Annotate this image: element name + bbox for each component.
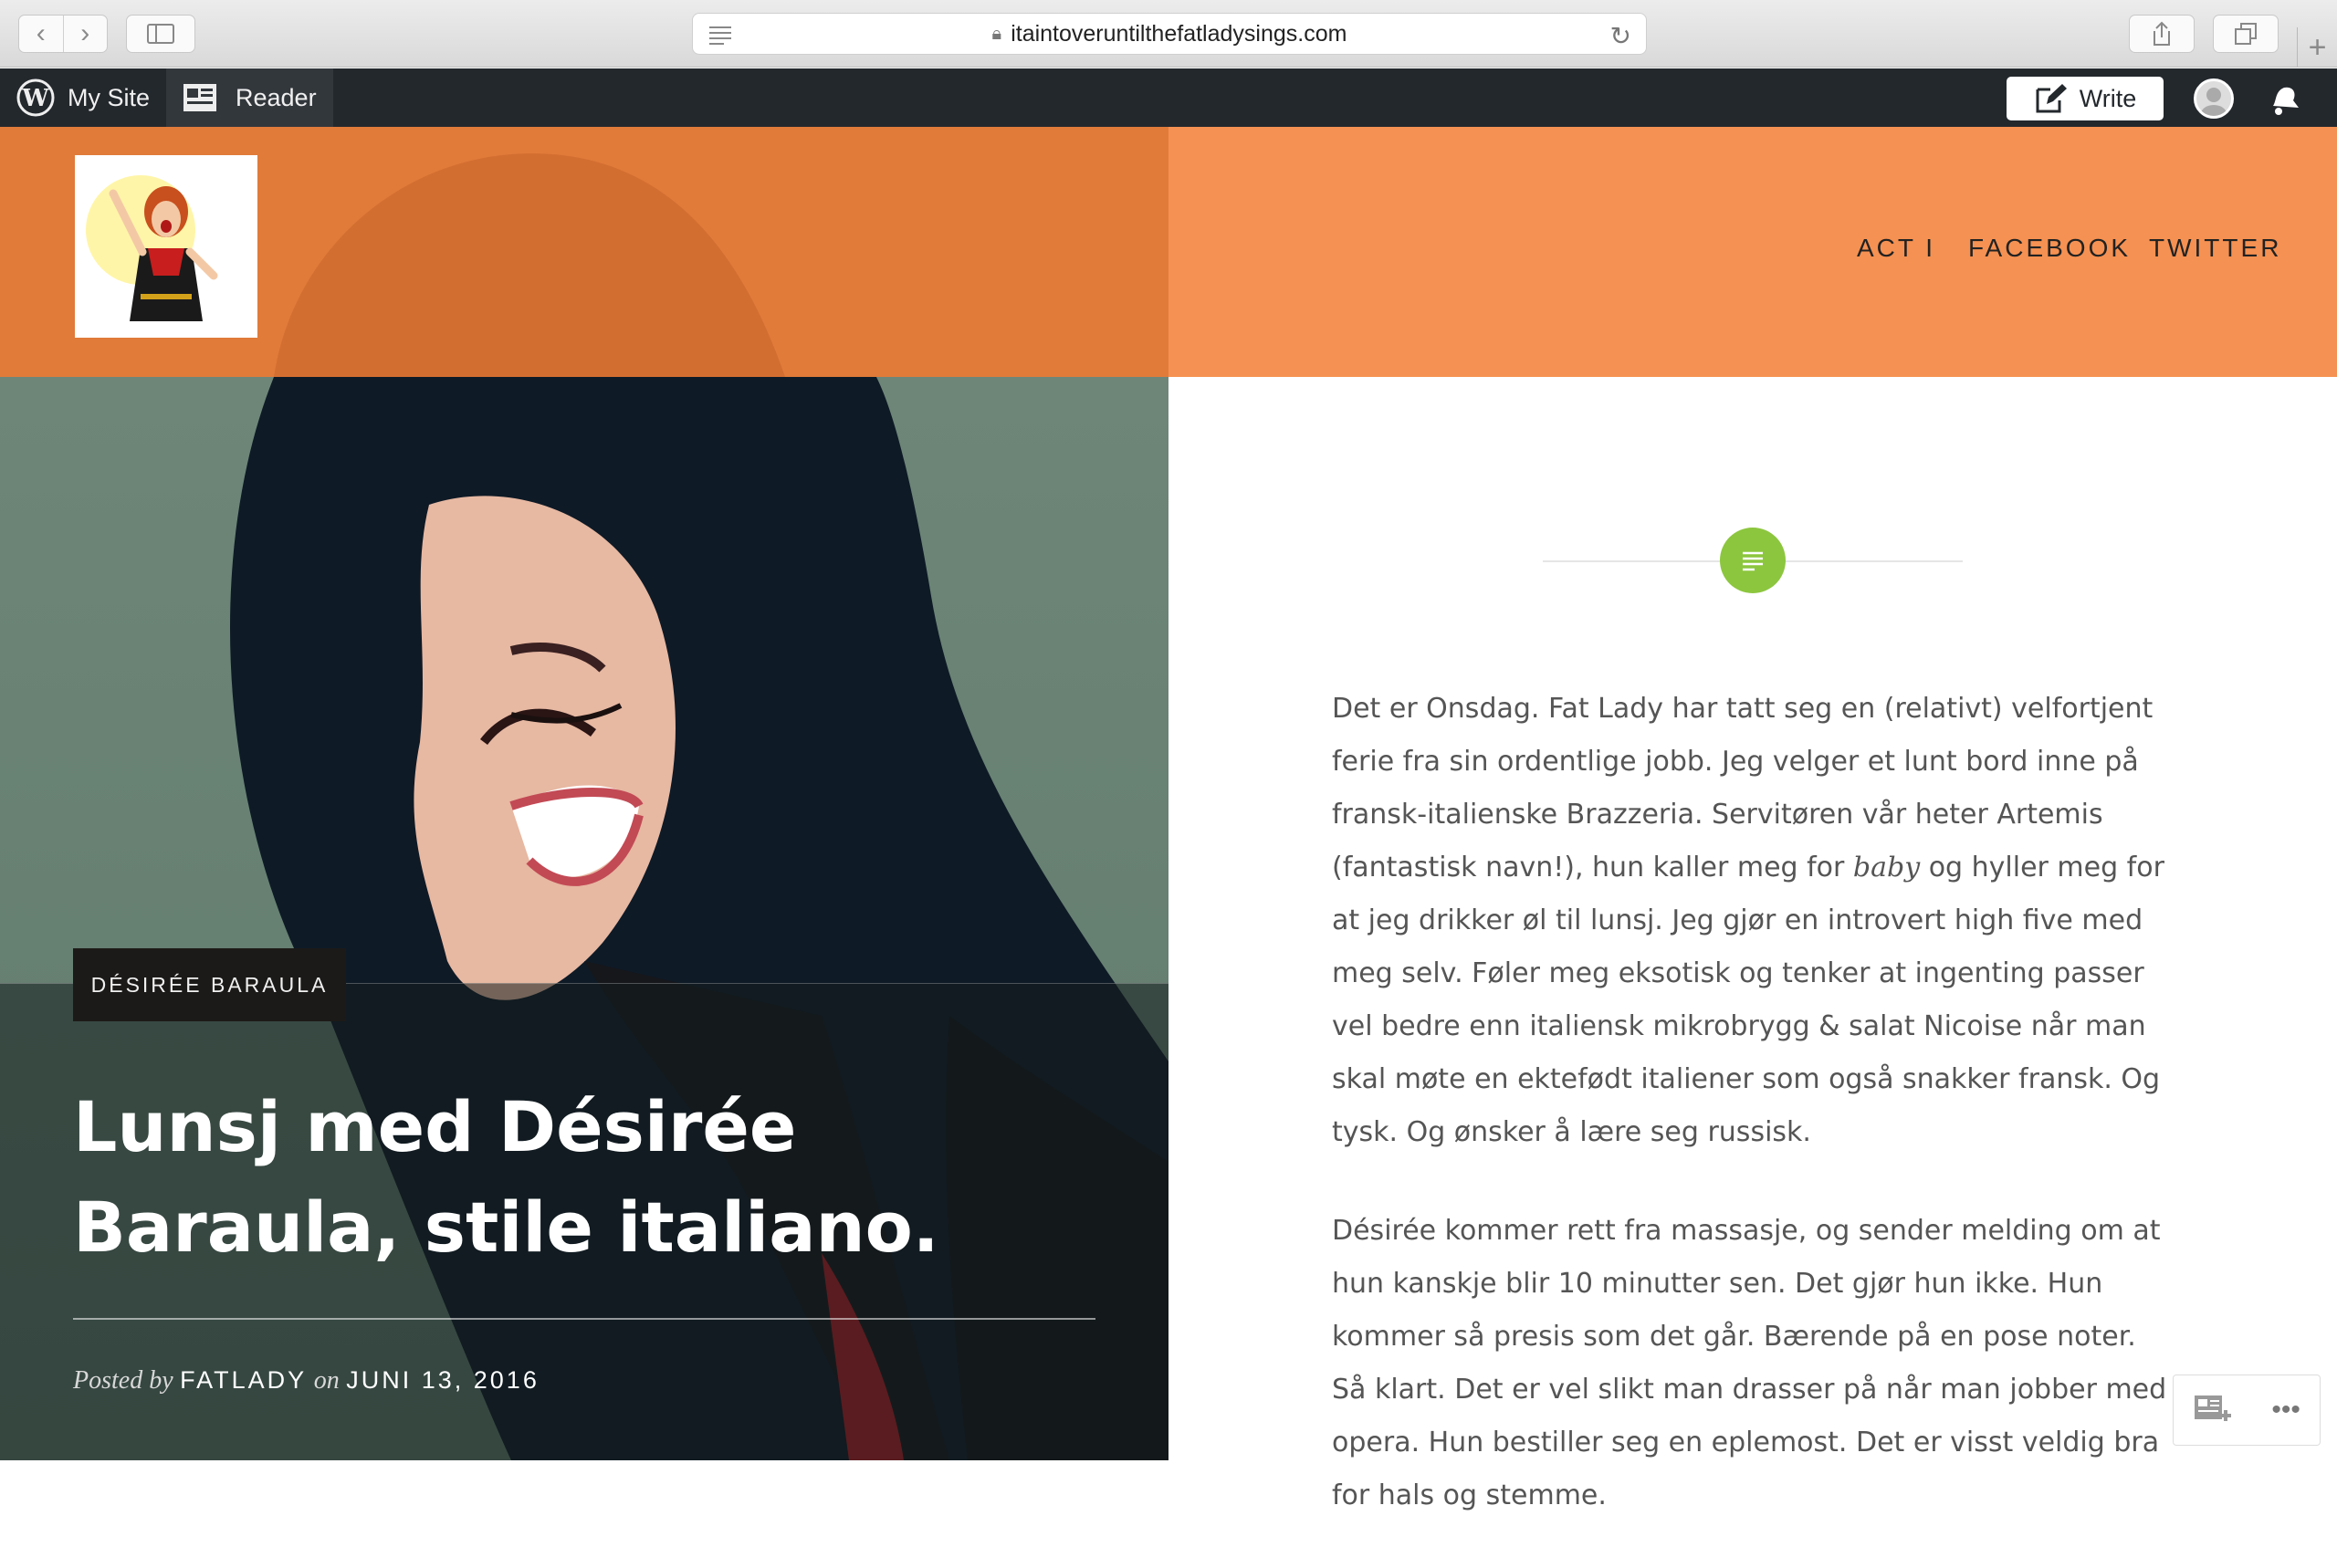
author-link[interactable]: FATLADY — [180, 1366, 307, 1394]
posted-by-label: Posted by — [73, 1366, 173, 1395]
menu-item-facebook[interactable]: FACEBOOK — [1968, 234, 2131, 263]
share-icon[interactable] — [2129, 15, 2195, 53]
sidebar-icon[interactable] — [126, 15, 195, 53]
category-badge[interactable]: DÉSIRÉE BARAULA — [73, 948, 346, 1021]
paragraph-2: Désirée kommer rett fra massasje, og sen… — [1332, 1215, 2167, 1511]
lock-icon: 🔒︎ — [991, 23, 1002, 44]
wp-admin-bar: W My Site Reader — [0, 68, 2337, 127]
more-icon[interactable]: ••• — [2271, 1395, 2300, 1426]
menu-item-act-i[interactable]: ACT I — [1857, 234, 1935, 263]
post-byline: Posted by FATLADY on JUNI 13, 2016 — [73, 1366, 540, 1396]
on-label: on — [313, 1366, 340, 1395]
menu-item-twitter[interactable]: TWITTER — [2149, 234, 2281, 263]
avatar-icon[interactable] — [2194, 78, 2234, 119]
follow-widget: ••• — [2173, 1375, 2321, 1446]
url-field[interactable]: 🔒︎ itaintoveruntilthefatladysings.com ↻ — [692, 13, 1647, 55]
back-icon[interactable]: ‹ — [19, 16, 64, 52]
forward-icon[interactable]: › — [64, 16, 108, 52]
title-divider — [73, 1318, 1095, 1320]
standard-format-icon — [1720, 528, 1786, 593]
post-date-link[interactable]: JUNI 13, 2016 — [346, 1366, 540, 1394]
my-site-label: My Site — [68, 83, 151, 111]
svg-text:W: W — [21, 85, 49, 112]
reader-menu[interactable]: Reader — [166, 68, 333, 127]
reader-view-icon[interactable] — [707, 25, 733, 45]
reader-icon — [183, 84, 216, 111]
post-content: Det er Onsdag. Fat Lady har tatt seg en … — [1332, 683, 2172, 1568]
follow-icon[interactable] — [2193, 1394, 2233, 1427]
new-tab-icon[interactable]: + — [2297, 27, 2337, 68]
browser-toolbar: ‹ › 🔒︎ itaintoveruntilthefatladysings.co… — [0, 0, 2337, 68]
history-nav: ‹ › — [18, 15, 108, 53]
reader-label: Reader — [236, 83, 317, 111]
my-site-menu[interactable]: W My Site — [16, 68, 150, 127]
reload-icon[interactable]: ↻ — [1610, 21, 1631, 51]
write-icon — [2036, 84, 2067, 113]
paragraph-1: Det er Onsdag. Fat Lady har tatt seg en … — [1332, 693, 2164, 1148]
site-logo[interactable] — [75, 155, 257, 338]
tabs-icon[interactable] — [2213, 15, 2279, 53]
emphasis-baby: baby — [1852, 852, 1921, 883]
post-title: Lunsj med Désirée Baraula, stile italian… — [73, 1086, 939, 1268]
wordpress-logo-icon: W — [16, 78, 55, 117]
url-text: itaintoveruntilthefatladysings.com — [1011, 20, 1347, 47]
write-label: Write — [2079, 84, 2137, 112]
write-button[interactable]: Write — [2007, 77, 2164, 120]
notifications-icon[interactable] — [2266, 80, 2302, 117]
